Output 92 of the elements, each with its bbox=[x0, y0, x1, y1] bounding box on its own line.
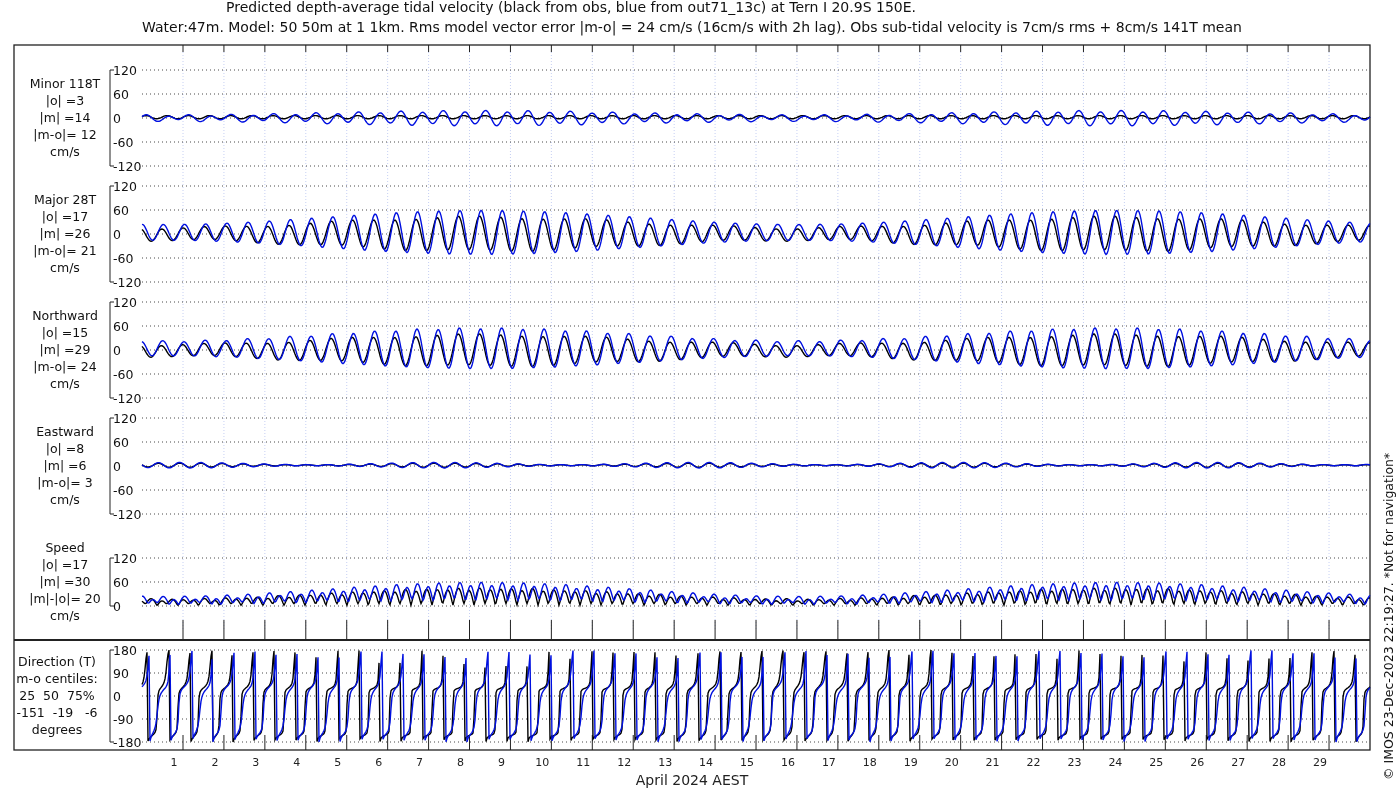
y-tick-label: 60 bbox=[113, 202, 129, 218]
y-tick-label: -120 bbox=[113, 274, 142, 290]
y-tick-label: 60 bbox=[113, 574, 129, 590]
panel-label: |m-o|= 24 bbox=[33, 359, 97, 374]
panel-label: |o| =17 bbox=[41, 209, 89, 224]
panel-label: cm/s bbox=[50, 608, 80, 623]
y-tick-label: -120 bbox=[113, 158, 142, 174]
panel-label: 25 50 75% bbox=[19, 688, 95, 703]
panel-label: Direction (T) bbox=[18, 654, 96, 669]
panel-label: |m| =29 bbox=[39, 342, 91, 357]
y-tick-label: -60 bbox=[113, 366, 134, 382]
y-tick-label: 0 bbox=[113, 688, 121, 704]
x-tick-label: 28 bbox=[1272, 756, 1287, 769]
x-tick-label: 20 bbox=[944, 756, 959, 769]
y-tick-label: 90 bbox=[113, 665, 129, 681]
x-axis-label: April 2024 AEST bbox=[635, 772, 749, 788]
y-tick-label: -180 bbox=[113, 734, 142, 750]
panel-label: cm/s bbox=[50, 492, 80, 507]
x-tick-label: 21 bbox=[985, 756, 1000, 769]
panel-label: cm/s bbox=[50, 144, 80, 159]
y-tick-label: 60 bbox=[113, 434, 129, 450]
x-tick-label: 2 bbox=[211, 756, 219, 769]
panel-label: |m|-|o|= 20 bbox=[29, 591, 101, 606]
panel-label: Minor 118T bbox=[29, 76, 101, 91]
footer-note: © IMOS 23-Dec-2023 22:19:27. *Not for navigation* bbox=[1381, 452, 1396, 780]
x-tick-label: 16 bbox=[780, 756, 795, 769]
chart-title: Water:47m. Model: 50 50m at 1 1km. Rms model vector error |m-o| = 24 cm/s (16cm/s with 2h lag). Obs sub-tidal velocity is 7cm/s rms + 8cm/s 141T mean bbox=[142, 19, 1242, 35]
x-tick-label: 12 bbox=[617, 756, 632, 769]
y-axis bbox=[109, 557, 115, 607]
panel-label: |o| =15 bbox=[41, 325, 89, 340]
x-tick-label: 17 bbox=[821, 756, 836, 769]
x-tick-label: 13 bbox=[658, 756, 673, 769]
y-tick-label: 120 bbox=[113, 294, 137, 310]
chart-title: Predicted depth-average tidal velocity (black from obs, blue from out71_13c) at Tern I 20.9S 150E. bbox=[226, 0, 916, 15]
y-tick-label: 60 bbox=[113, 318, 129, 334]
panel-label: m-o centiles: bbox=[16, 671, 98, 686]
x-tick-label: 18 bbox=[862, 756, 877, 769]
x-tick-label: 9 bbox=[497, 756, 505, 769]
x-tick-label: 3 bbox=[252, 756, 260, 769]
panel-label: |m| =30 bbox=[39, 574, 91, 589]
y-tick-label: 0 bbox=[113, 226, 121, 242]
y-tick-label: 0 bbox=[113, 342, 121, 358]
panel-label: |o| =8 bbox=[45, 441, 85, 456]
x-tick-label: 11 bbox=[576, 756, 591, 769]
x-tick-label: 1 bbox=[170, 756, 178, 769]
y-tick-label: 0 bbox=[113, 458, 121, 474]
y-tick-label: 0 bbox=[113, 598, 121, 614]
panel-label: -151 -19 -6 bbox=[16, 705, 98, 720]
panel-label: |m-o|= 3 bbox=[37, 475, 93, 490]
x-tick-label: 25 bbox=[1149, 756, 1164, 769]
panel-label: degrees bbox=[31, 722, 83, 737]
x-tick-label: 19 bbox=[903, 756, 918, 769]
panel-label: Speed bbox=[45, 540, 85, 555]
panel-label: |m| =26 bbox=[39, 226, 91, 241]
x-tick-label: 8 bbox=[457, 756, 464, 769]
y-tick-label: 180 bbox=[113, 642, 137, 658]
x-tick-label: 15 bbox=[740, 756, 754, 769]
x-tick-label: 4 bbox=[293, 756, 301, 769]
x-tick-label: 29 bbox=[1313, 756, 1328, 769]
panel-label: Northward bbox=[32, 308, 98, 323]
panel-label: |m| =6 bbox=[43, 458, 87, 473]
y-tick-label: -90 bbox=[113, 711, 134, 727]
x-tick-label: 22 bbox=[1026, 756, 1041, 769]
panel-label: cm/s bbox=[50, 376, 80, 391]
y-tick-label: -60 bbox=[113, 482, 134, 498]
y-tick-label: -120 bbox=[113, 506, 142, 522]
x-tick-label: 23 bbox=[1067, 756, 1082, 769]
x-tick-label: 6 bbox=[375, 756, 383, 769]
panel-label: cm/s bbox=[50, 260, 80, 275]
x-tick-label: 27 bbox=[1231, 756, 1246, 769]
y-tick-label: 120 bbox=[113, 550, 137, 566]
y-tick-label: 0 bbox=[113, 110, 121, 126]
x-tick-label: 7 bbox=[416, 756, 424, 769]
x-tick-label: 10 bbox=[535, 756, 550, 769]
panel-label: |o| =3 bbox=[45, 93, 85, 108]
y-tick-label: 60 bbox=[113, 86, 129, 102]
y-tick-label: -120 bbox=[113, 390, 142, 406]
y-tick-label: -60 bbox=[113, 250, 134, 266]
y-tick-label: 120 bbox=[113, 410, 137, 426]
panel-label: |o| =17 bbox=[41, 557, 89, 572]
panel-label: |m-o|= 12 bbox=[33, 127, 97, 142]
y-tick-label: 120 bbox=[113, 62, 137, 78]
y-tick-label: 120 bbox=[113, 178, 137, 194]
x-tick-label: 14 bbox=[699, 756, 714, 769]
y-tick-label: -60 bbox=[113, 134, 134, 150]
x-tick-label: 24 bbox=[1108, 756, 1123, 769]
panel-label: Eastward bbox=[36, 424, 94, 439]
panel-label: Major 28T bbox=[33, 192, 97, 207]
x-tick-label: 26 bbox=[1190, 756, 1205, 769]
x-tick-label: 5 bbox=[334, 756, 342, 769]
panel-label: |m| =14 bbox=[39, 110, 91, 125]
panel-label: |m-o|= 21 bbox=[33, 243, 97, 258]
